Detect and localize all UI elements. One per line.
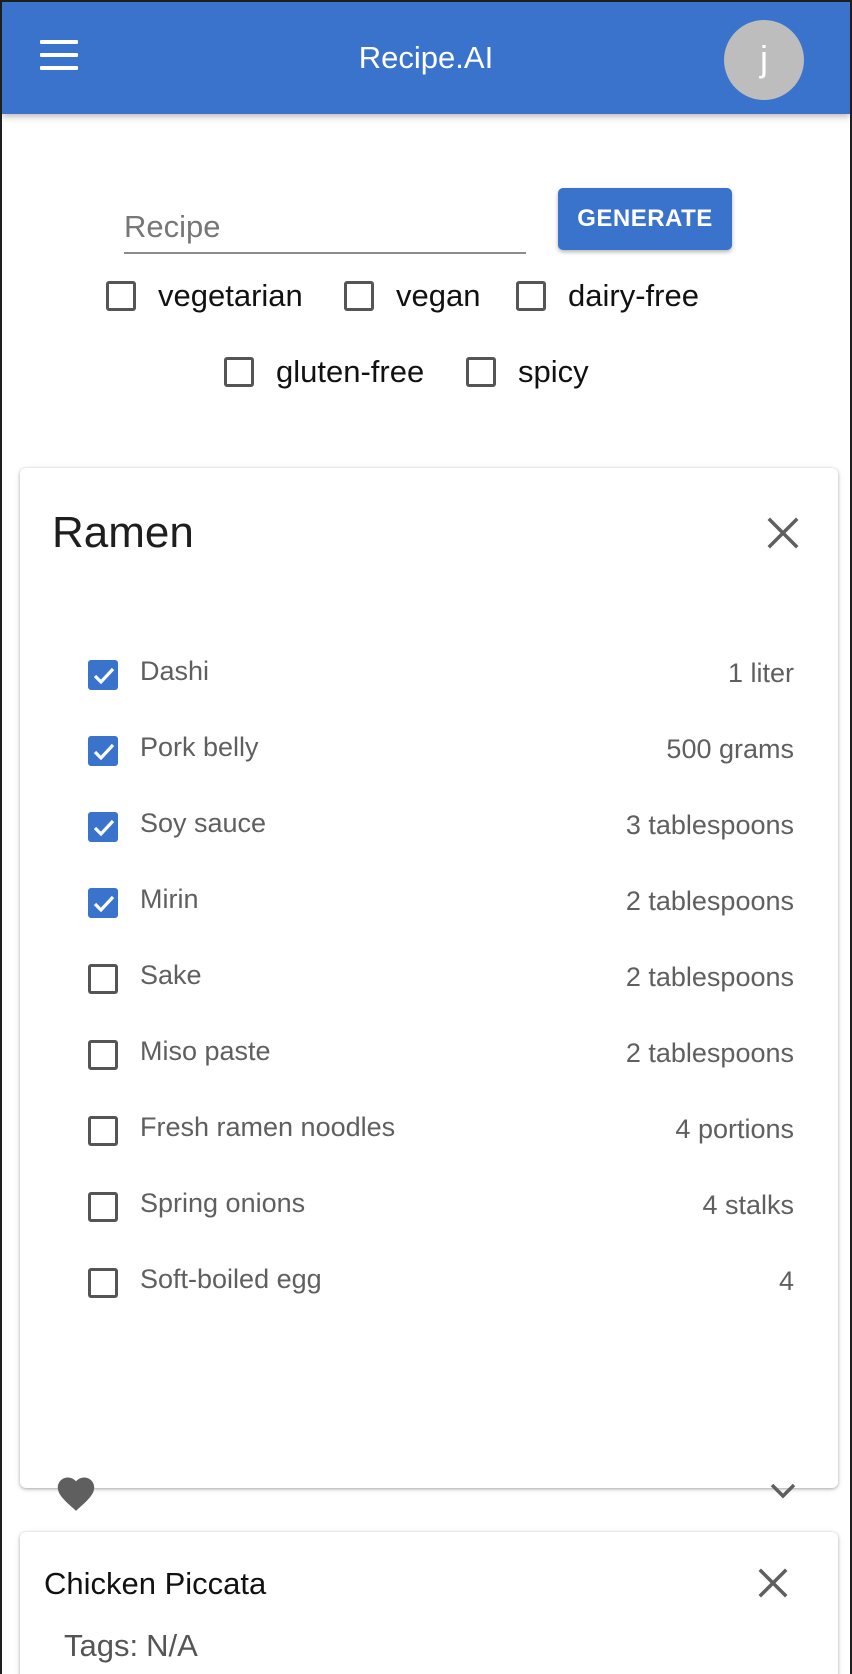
- filter-vegan[interactable]: vegan: [344, 278, 480, 314]
- close-icon[interactable]: [766, 516, 800, 550]
- ingredient-name: Fresh ramen noodles: [140, 1112, 396, 1142]
- ingredient-name: Soy sauce: [140, 808, 267, 838]
- spicy-checkbox[interactable]: [466, 357, 496, 387]
- ingredient-name: Dashi: [140, 656, 210, 686]
- ingredient-checkbox[interactable]: [88, 1192, 118, 1222]
- ingredient-checkbox[interactable]: [88, 964, 118, 994]
- dairy-free-checkbox[interactable]: [516, 281, 546, 311]
- generate-button[interactable]: GENERATE: [558, 188, 732, 250]
- gluten-free-checkbox[interactable]: [224, 357, 254, 387]
- ingredient-quantity: 4 portions: [675, 1114, 794, 1144]
- app-bar: Recipe.AI j: [2, 2, 850, 114]
- ingredient-name: Soft-boiled egg: [140, 1264, 322, 1294]
- recipe-title: Ramen: [52, 508, 194, 557]
- app-title: Recipe.AI: [358, 40, 494, 75]
- checkmark-icon: [93, 743, 115, 761]
- close-icon[interactable]: [756, 1566, 790, 1600]
- vegan-checkbox[interactable]: [344, 281, 374, 311]
- ingredient-name: Sake: [140, 960, 202, 990]
- ingredient-row: Pork belly 500 grams: [20, 712, 838, 788]
- filter-gluten-free[interactable]: gluten-free: [224, 354, 424, 390]
- heart-icon[interactable]: [54, 1472, 98, 1512]
- ingredient-name: Miso paste: [140, 1036, 271, 1066]
- menu-icon[interactable]: [40, 40, 78, 72]
- avatar[interactable]: j: [724, 20, 804, 100]
- ingredient-checkbox[interactable]: [88, 736, 118, 766]
- checkmark-icon: [93, 819, 115, 837]
- ingredient-checkbox[interactable]: [88, 1116, 118, 1146]
- ingredient-row: Soy sauce 3 tablespoons: [20, 788, 838, 864]
- ingredient-row: Sake 2 tablespoons: [20, 940, 838, 1016]
- ingredient-row: Miso paste 2 tablespoons: [20, 1016, 838, 1092]
- ingredient-row: Mirin 2 tablespoons: [20, 864, 838, 940]
- ingredient-checkbox[interactable]: [88, 660, 118, 690]
- filter-vegetarian[interactable]: vegetarian: [106, 278, 303, 314]
- recipe-title: Chicken Piccata: [44, 1566, 267, 1601]
- ingredient-checkbox[interactable]: [88, 812, 118, 842]
- filter-label: dairy-free: [568, 278, 699, 313]
- ingredient-row: Soft-boiled egg 4: [20, 1244, 838, 1320]
- ingredient-quantity: 2 tablespoons: [625, 962, 794, 992]
- recipe-input[interactable]: [124, 190, 526, 254]
- vegetarian-checkbox[interactable]: [106, 281, 136, 311]
- ingredient-row: Spring onions 4 stalks: [20, 1168, 838, 1244]
- recipe-card: Chicken Piccata Tags: N/A: [20, 1532, 838, 1674]
- ingredient-quantity: 4: [778, 1266, 794, 1296]
- tags-label: Tags:: [64, 1628, 139, 1663]
- recipe-tags: Tags: N/A: [64, 1628, 198, 1664]
- ingredient-quantity: 3 tablespoons: [625, 810, 794, 840]
- ingredient-name: Mirin: [140, 884, 199, 914]
- app-window: Recipe.AI j GENERATE vegetarian vegan da…: [0, 0, 852, 1674]
- ingredient-quantity: 2 tablespoons: [625, 886, 794, 916]
- ingredient-quantity: 1 liter: [727, 658, 794, 688]
- filter-label: vegetarian: [158, 278, 303, 313]
- ingredient-name: Spring onions: [140, 1188, 306, 1218]
- chevron-down-icon[interactable]: [766, 1478, 800, 1502]
- filter-dairy-free[interactable]: dairy-free: [516, 278, 699, 314]
- tags-value: N/A: [146, 1628, 198, 1663]
- filter-spicy[interactable]: spicy: [466, 354, 589, 390]
- ingredient-quantity: 4 stalks: [702, 1190, 794, 1220]
- ingredient-row: Fresh ramen noodles 4 portions: [20, 1092, 838, 1168]
- checkmark-icon: [93, 895, 115, 913]
- filter-label: spicy: [518, 354, 589, 389]
- filter-label: gluten-free: [276, 354, 425, 389]
- ingredient-name: Pork belly: [140, 732, 259, 762]
- checkmark-icon: [93, 667, 115, 685]
- filter-label: vegan: [396, 278, 481, 313]
- ingredient-quantity: 2 tablespoons: [625, 1038, 794, 1068]
- ingredient-checkbox[interactable]: [88, 1268, 118, 1298]
- ingredient-checkbox[interactable]: [88, 1040, 118, 1070]
- ingredient-checkbox[interactable]: [88, 888, 118, 918]
- recipe-card: Ramen Dashi 1 liter Pork belly 500 grams Soy…: [20, 468, 838, 1511]
- ingredient-row: Dashi 1 liter: [20, 636, 838, 712]
- ingredient-quantity: 500 grams: [666, 734, 794, 764]
